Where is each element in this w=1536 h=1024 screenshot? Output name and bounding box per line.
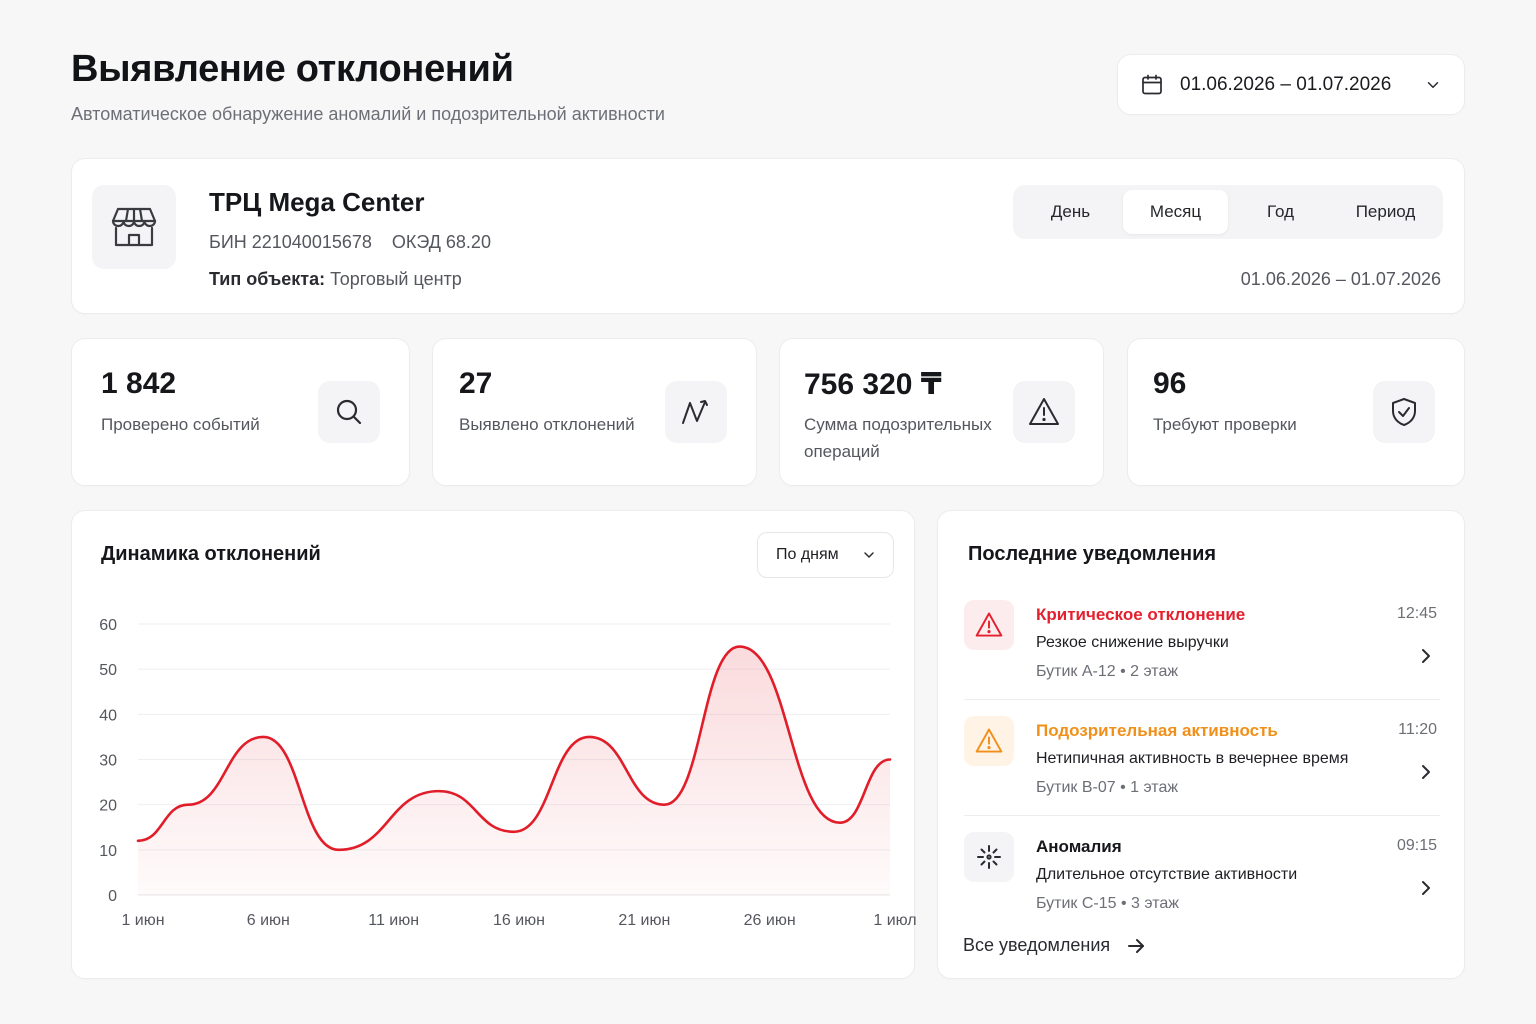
kpi-label: Проверено событий	[101, 415, 260, 434]
notification-title: Критическое отклонение	[1036, 605, 1246, 624]
sparkle-icon	[964, 832, 1014, 882]
date-range-picker[interactable]: 01.06.2026 – 01.07.2026	[1117, 54, 1465, 115]
page-subtitle: Автоматическое обнаружение аномалий и по…	[71, 104, 665, 124]
x-tick-label: 26 июн	[744, 912, 796, 929]
kpi-card-suspicious-sum: 756 320 ₸ Сумма подозрительных операций	[779, 338, 1104, 486]
store-icon	[92, 185, 176, 269]
notification-time: 12:45	[1396, 605, 1437, 622]
y-tick-label: 0	[108, 888, 117, 905]
period-day[interactable]: День	[1018, 190, 1123, 234]
notification-item-anomaly[interactable]: Аномалия Длительное отсутствие активност…	[964, 832, 1440, 948]
all-notifications-link[interactable]: Все уведомления	[963, 935, 1146, 956]
chevron-down-icon	[1427, 81, 1439, 88]
notification-meta: Бутик B-07 • 1 этаж	[1036, 779, 1179, 796]
chevron-right-icon	[1422, 765, 1430, 779]
notification-desc: Нетипичная активность в вечернее время	[1036, 750, 1349, 767]
notifications-title: Последние уведомления	[968, 543, 1217, 565]
date-range-text: 01.06.2026 – 01.07.2026	[1180, 73, 1392, 95]
kpi-label: Сумма подозрительных операций	[804, 415, 992, 461]
y-tick-label: 30	[99, 753, 117, 770]
period-custom[interactable]: Период	[1333, 190, 1438, 234]
notification-meta: Бутик A-12 • 2 этаж	[1036, 663, 1179, 680]
page-title: Выявление отклонений	[71, 48, 514, 90]
calendar-icon	[1142, 74, 1162, 94]
chevron-right-icon	[1422, 881, 1430, 895]
object-oked: ОКЭД 68.20	[391, 232, 491, 252]
notification-desc: Длительное отсутствие активности	[1036, 866, 1298, 883]
kpi-label: Выявлено отклонений	[459, 415, 635, 434]
notification-time: 11:20	[1398, 721, 1437, 738]
x-tick-label: 6 июн	[247, 912, 290, 929]
period-segmented-control: День Месяц Год Период	[1013, 185, 1443, 239]
object-type-label: Тип объекта:	[209, 269, 326, 289]
notification-time: 09:15	[1396, 837, 1437, 854]
kpi-value: 27	[459, 367, 493, 400]
trend-icon	[665, 381, 727, 443]
warning-icon	[964, 716, 1014, 766]
y-tick-label: 50	[99, 662, 117, 679]
object-bin: БИН 221040015678	[209, 232, 372, 252]
y-tick-label: 60	[99, 617, 117, 634]
x-tick-label: 1 июн	[121, 912, 164, 929]
warning-icon	[1013, 381, 1075, 443]
kpi-label: Требуют проверки	[1153, 415, 1297, 434]
kpi-card-checked: 1 842 Проверено событий	[71, 338, 410, 486]
x-tick-label: 1 июл	[873, 912, 916, 929]
x-tick-label: 16 июн	[493, 912, 545, 929]
object-date-range: 01.06.2026 – 01.07.2026	[1240, 269, 1441, 289]
notification-desc: Резкое снижение выручки	[1036, 634, 1229, 651]
all-notifications-label: Все уведомления	[963, 935, 1111, 955]
kpi-card-need-review: 96 Требуют проверки	[1127, 338, 1465, 486]
warning-icon	[964, 600, 1014, 650]
period-month[interactable]: Месяц	[1123, 190, 1228, 234]
search-icon	[318, 381, 380, 443]
period-year[interactable]: Год	[1228, 190, 1333, 234]
deviation-line-chart: 0 10 20 30 40 50 60 1 июн 6 июн 11 июн 16 июн 21 ию…	[99, 617, 916, 929]
object-type: Тип объекта: Торговый центр	[209, 269, 462, 290]
object-type-value: Торговый центр	[330, 269, 462, 289]
notification-title: Подозрительная активность	[1036, 721, 1278, 740]
y-tick-label: 40	[99, 707, 117, 724]
divider	[964, 815, 1440, 816]
kpi-value: 756 320 ₸	[804, 368, 942, 401]
series-area	[138, 646, 890, 895]
kpi-value: 96	[1153, 367, 1187, 400]
divider	[964, 699, 1440, 700]
x-tick-label: 21 июн	[618, 912, 670, 929]
kpi-card-deviations: 27 Выявлено отклонений	[432, 338, 757, 486]
y-tick-label: 10	[99, 843, 117, 860]
object-card: ТРЦ Mega Center БИН 221040015678 ОКЭД 68.…	[71, 158, 1465, 314]
notification-title: Аномалия	[1036, 837, 1122, 856]
y-tick-label: 20	[99, 798, 117, 815]
kpi-value: 1 842	[101, 367, 177, 400]
arrow-right-icon	[1128, 938, 1145, 953]
deviation-chart-card: Динамика отклонений По дням 0 10 20 30 40 50 6…	[71, 510, 916, 979]
notifications-card: Последние уведомления Критическое отклон…	[937, 510, 1465, 979]
x-tick-label: 11 июн	[368, 912, 419, 929]
chevron-right-icon	[1422, 649, 1430, 663]
notification-meta: Бутик C-15 • 3 этаж	[1036, 895, 1179, 912]
shield-check-icon	[1373, 381, 1435, 443]
object-identifiers: БИН 221040015678 ОКЭД 68.20	[209, 232, 491, 253]
object-name: ТРЦ Mega Center	[209, 187, 425, 217]
